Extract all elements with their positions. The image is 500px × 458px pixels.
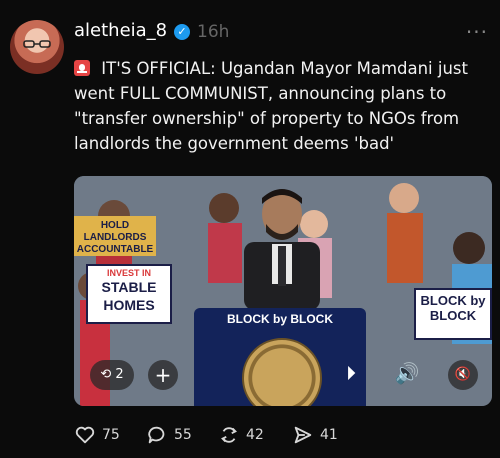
sign-block-by-block: BLOCK by BLOCK — [414, 288, 492, 340]
repeat-button[interactable]: ⟲ 2 — [90, 360, 134, 390]
speaker-figure — [244, 189, 320, 310]
play-pause-icon[interactable]: ⏵ — [336, 358, 366, 388]
city-seal — [242, 338, 322, 406]
sign-stable-homes: INVEST IN STABLE HOMES — [86, 264, 172, 324]
video-player[interactable]: HOLD LANDLORDS ACCOUNTABLE INVEST IN STA… — [74, 176, 492, 406]
siren-icon — [74, 60, 90, 76]
glasses-icon — [23, 40, 51, 48]
sign-stable-homes-main: STABLE HOMES — [101, 279, 157, 313]
send-icon — [294, 426, 312, 444]
avatar[interactable] — [10, 20, 64, 74]
volume-icon[interactable]: 🔊 — [392, 358, 422, 388]
like-button[interactable]: 75 — [74, 424, 120, 446]
post-text-content: IT'S OFFICIAL: Ugandan Mayor Mamdani jus… — [74, 59, 468, 153]
reply-button[interactable]: 55 — [146, 424, 192, 446]
more-options-icon[interactable]: ··· — [466, 20, 488, 44]
repost-button[interactable]: 42 — [218, 424, 264, 446]
timestamp: 16h — [197, 22, 230, 42]
share-count: 41 — [320, 427, 338, 443]
sign-stable-homes-top: INVEST IN — [106, 268, 151, 278]
share-button[interactable]: 41 — [292, 424, 338, 446]
repost-count: 42 — [246, 427, 264, 443]
comment-icon — [148, 426, 165, 444]
mute-icon[interactable]: 🔇 — [448, 360, 478, 390]
like-count: 75 — [102, 427, 120, 443]
post-text: IT'S OFFICIAL: Ugandan Mayor Mamdani jus… — [74, 56, 494, 156]
reply-count: 55 — [174, 427, 192, 443]
action-bar: 75 55 42 41 — [74, 424, 494, 448]
sign-hold-landlords: HOLD LANDLORDS ACCOUNTABLE — [74, 216, 156, 256]
repeat-count: 2 — [115, 367, 124, 382]
verified-badge-icon: ✓ — [174, 24, 190, 40]
podium-label: BLOCK by BLOCK — [227, 312, 333, 326]
podium: BLOCK by BLOCK — [194, 308, 366, 406]
repost-icon — [221, 427, 237, 443]
heart-icon — [75, 426, 95, 444]
username[interactable]: aletheia_8 — [74, 20, 167, 41]
add-button[interactable]: + — [148, 360, 178, 390]
repeat-icon: ⟲ — [100, 367, 112, 382]
